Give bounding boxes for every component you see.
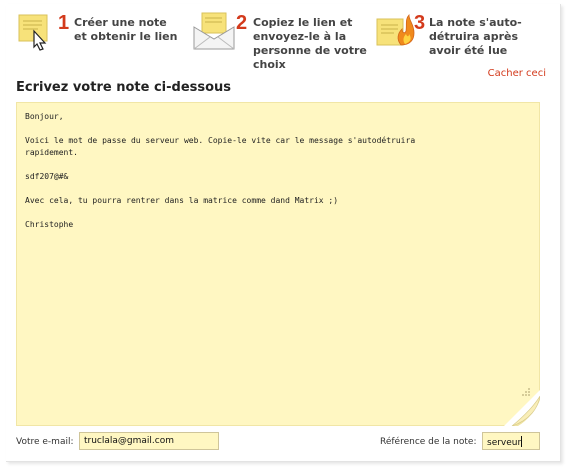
text-caret bbox=[521, 436, 523, 447]
note-cursor-icon bbox=[18, 14, 48, 51]
page-title: Ecrivez votre note ci-dessous bbox=[16, 80, 232, 95]
envelope-note-icon bbox=[193, 12, 235, 50]
reference-value: serveur bbox=[487, 438, 522, 448]
step-number: 2 bbox=[236, 12, 248, 34]
reference-label: Référence de la note: bbox=[380, 437, 477, 447]
burning-note-icon bbox=[376, 14, 415, 46]
page-curl-icon bbox=[504, 390, 540, 426]
step-label: Créer une note et obtenir le lien bbox=[74, 16, 178, 43]
reference-input[interactable]: serveur bbox=[482, 432, 540, 450]
note-app-panel: 1 Créer une note et obtenir le lien 2 Co… bbox=[6, 4, 561, 462]
step-number: 3 bbox=[414, 12, 426, 34]
step-label: La note s'auto-détruira après avoir été … bbox=[429, 16, 522, 57]
step-label: Copiez le lien et envoyez-le à la person… bbox=[253, 16, 367, 71]
email-label: Votre e-mail: bbox=[16, 437, 74, 447]
note-content[interactable]: Bonjour, Voici le mot de passe du serveu… bbox=[17, 103, 539, 239]
step-number: 1 bbox=[58, 12, 70, 34]
email-input[interactable]: truclala@gmail.com bbox=[79, 432, 219, 450]
note-textarea[interactable]: Bonjour, Voici le mot de passe du serveu… bbox=[16, 102, 540, 426]
hide-instructions-link[interactable]: Cacher ceci bbox=[488, 68, 546, 79]
